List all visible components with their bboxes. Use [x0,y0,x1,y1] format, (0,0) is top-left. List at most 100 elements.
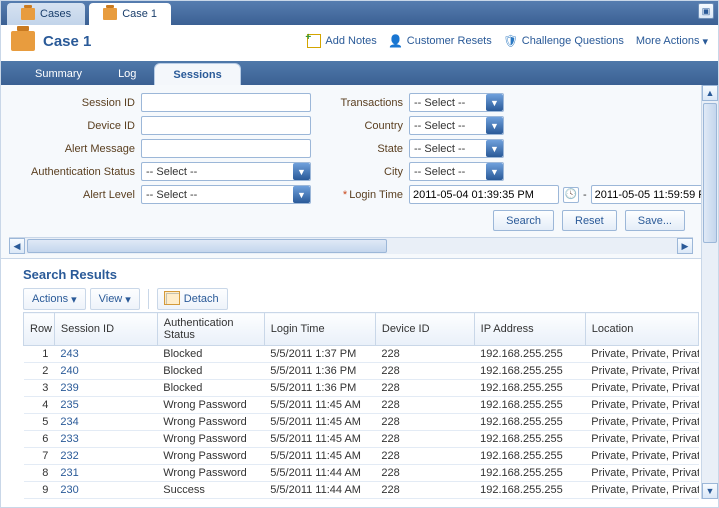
scroll-thumb[interactable] [703,103,717,243]
hscroll-track[interactable] [25,238,677,254]
cell-session[interactable]: 240 [54,363,157,380]
expand-panel-button[interactable]: ▣ [698,3,714,19]
cell-location: Private, Private, Private [585,414,698,431]
view-menu[interactable]: View▾ [90,288,140,310]
calendar-from-icon[interactable]: 🕓 [563,187,579,203]
save-button[interactable]: Save... [625,210,685,231]
col-row[interactable]: Row [24,313,55,346]
chevron-down-icon: ▼ [486,94,503,111]
table-row[interactable]: 4235Wrong Password5/5/2011 11:45 AM22819… [24,397,699,414]
case-header: Case 1 Add Notes 👤 Customer Resets 🛡 Cha… [1,25,718,61]
cell-login: 5/5/2011 11:45 AM [264,448,375,465]
tab-log[interactable]: Log [100,63,154,85]
city-select[interactable]: -- Select --▼ [409,162,504,181]
challenge-questions-label: Challenge Questions [522,35,624,47]
tab-case-1[interactable]: Case 1 [89,3,171,25]
customer-resets-link[interactable]: 👤 Customer Resets [389,34,492,48]
col-ip[interactable]: IP Address [474,313,585,346]
country-select[interactable]: -- Select --▼ [409,116,504,135]
cell-auth: Blocked [157,363,264,380]
cell-session[interactable]: 230 [54,482,157,499]
scroll-right-button[interactable]: ▶ [677,238,693,254]
state-value: -- Select -- [410,143,469,155]
table-row[interactable]: 3239Blocked5/5/2011 1:36 PM228192.168.25… [24,380,699,397]
tab-summary[interactable]: Summary [17,63,100,85]
detach-button[interactable]: Detach [157,288,228,310]
table-row[interactable]: 8231Wrong Password5/5/2011 11:44 AM22819… [24,465,699,482]
auth-status-select[interactable]: -- Select --▼ [141,162,311,181]
device-id-input[interactable] [141,116,311,135]
login-time-to-input[interactable] [591,185,719,204]
scroll-down-button[interactable]: ▼ [702,483,718,499]
alert-level-value: -- Select -- [142,189,201,201]
hscroll-thumb[interactable] [27,239,387,253]
cell-ip: 192.168.255.255 [474,380,585,397]
table-row[interactable]: 5234Wrong Password5/5/2011 11:45 AM22819… [24,414,699,431]
cell-auth: Wrong Password [157,397,264,414]
cell-row: 5 [24,414,55,431]
actions-menu[interactable]: Actions▾ [23,288,86,310]
cell-session[interactable]: 231 [54,465,157,482]
tab-summary-label: Summary [35,68,82,80]
table-row[interactable]: 6233Wrong Password5/5/2011 11:45 AM22819… [24,431,699,448]
table-row[interactable]: 9230Success5/5/2011 11:44 AM228192.168.2… [24,482,699,499]
col-auth[interactable]: Authentication Status [157,313,264,346]
add-notes-label: Add Notes [325,35,376,47]
table-row[interactable]: 1243Blocked5/5/2011 1:37 PM228192.168.25… [24,346,699,363]
vertical-scrollbar[interactable]: ▲ ▼ [701,85,718,499]
alert-message-input[interactable] [141,139,311,158]
col-location[interactable]: Location [585,313,698,346]
cell-location: Private, Private, Private [585,397,698,414]
transactions-select[interactable]: -- Select --▼ [409,93,504,112]
cell-session[interactable]: 235 [54,397,157,414]
col-login[interactable]: Login Time [264,313,375,346]
cell-auth: Wrong Password [157,431,264,448]
session-id-input[interactable] [141,93,311,112]
alert-level-select[interactable]: -- Select --▼ [141,185,311,204]
challenge-questions-link[interactable]: 🛡 Challenge Questions [504,34,624,48]
alert-level-label: Alert Level [9,189,141,201]
chevron-down-icon: ▾ [125,293,131,306]
scroll-up-button[interactable]: ▲ [702,85,718,101]
cell-session[interactable]: 233 [54,431,157,448]
table-row[interactable]: 7232Wrong Password5/5/2011 11:45 AM22819… [24,448,699,465]
customer-resets-label: Customer Resets [407,35,492,47]
scroll-track[interactable] [702,101,718,483]
chevron-down-icon: ▼ [293,163,310,180]
search-button[interactable]: Search [493,210,554,231]
briefcase-icon [21,8,35,20]
state-select[interactable]: -- Select --▼ [409,139,504,158]
cell-row: 9 [24,482,55,499]
cell-location: Private, Private, Private [585,465,698,482]
cell-session[interactable]: 234 [54,414,157,431]
chevron-down-icon: ▾ [702,35,708,48]
cell-auth: Blocked [157,346,264,363]
cell-ip: 192.168.255.255 [474,397,585,414]
cell-ip: 192.168.255.255 [474,448,585,465]
table-row[interactable]: 2240Blocked5/5/2011 1:36 PM228192.168.25… [24,363,699,380]
cell-session[interactable]: 232 [54,448,157,465]
cell-location: Private, Private, Private [585,482,698,499]
tab-cases[interactable]: Cases [7,3,85,25]
cell-session[interactable]: 243 [54,346,157,363]
col-session[interactable]: Session ID [54,313,157,346]
col-device[interactable]: Device ID [375,313,474,346]
tab-sessions[interactable]: Sessions [154,63,240,85]
cell-row: 2 [24,363,55,380]
cell-login: 5/5/2011 11:45 AM [264,414,375,431]
cell-session[interactable]: 239 [54,380,157,397]
add-notes-link[interactable]: Add Notes [307,34,376,48]
more-actions-menu[interactable]: More Actions ▾ [636,35,708,48]
cell-auth: Wrong Password [157,414,264,431]
cell-device: 228 [375,346,474,363]
cell-device: 228 [375,380,474,397]
cell-ip: 192.168.255.255 [474,414,585,431]
reset-button[interactable]: Reset [562,210,617,231]
cell-device: 228 [375,363,474,380]
cell-row: 6 [24,431,55,448]
tab-cases-label: Cases [40,8,71,20]
scroll-left-button[interactable]: ◀ [9,238,25,254]
horizontal-scrollbar[interactable]: ◀ ▶ [9,237,693,254]
login-time-from-input[interactable] [409,185,559,204]
more-actions-label: More Actions [636,35,700,47]
